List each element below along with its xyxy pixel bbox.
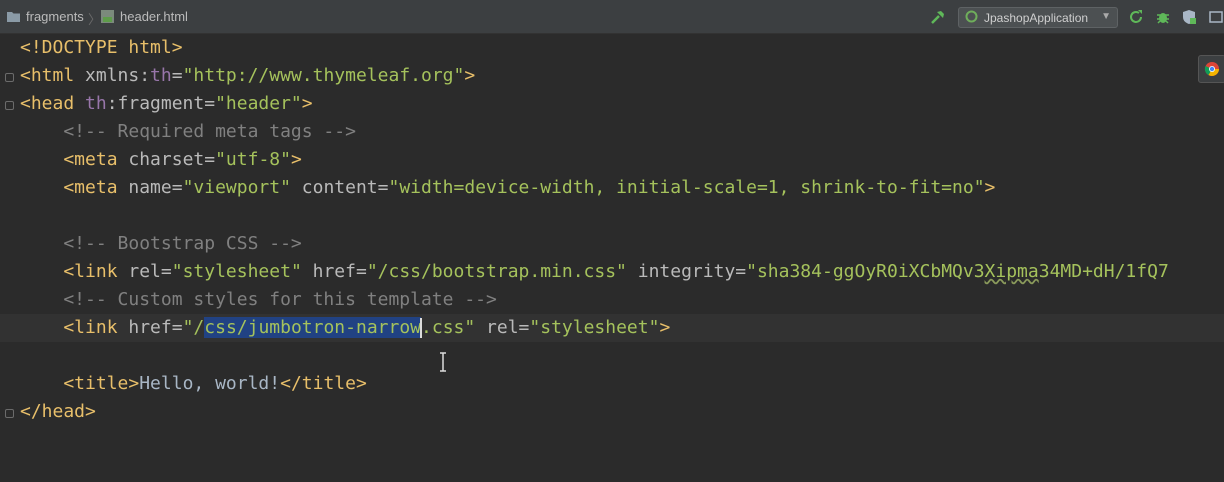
code-line-6: <meta name="viewport" content="width=dev… [0, 174, 1224, 202]
code-line-14: </head> [0, 398, 1224, 426]
code-line-13: <title>Hello, world!</title> [0, 370, 1224, 398]
code-line-10: <!-- Custom styles for this template --> [0, 286, 1224, 314]
open-in-browser-button[interactable] [1198, 55, 1224, 83]
attr-value: "header" [215, 93, 302, 114]
comment: <!-- Bootstrap CSS --> [20, 233, 302, 254]
tag: <link [20, 261, 118, 282]
tag: <html [20, 65, 75, 86]
html-file-icon [100, 9, 115, 24]
navigation-bar: fragments 〉 header.html JpashopApplicati… [0, 0, 1224, 34]
stop-shield-icon[interactable] [1181, 9, 1197, 25]
tag: > [301, 93, 313, 114]
chrome-icon [1204, 61, 1220, 81]
attr-value: "/css/bootstrap.min.css" [366, 261, 627, 282]
namespace: th [74, 93, 107, 114]
ibeam-cursor-icon [438, 352, 448, 372]
debug-bug-icon[interactable] [1155, 9, 1171, 25]
attr: charset= [117, 149, 216, 170]
code-line-8: <!-- Bootstrap CSS --> [0, 230, 1224, 258]
code-line-5: <meta charset="utf-8"> [0, 146, 1224, 174]
comment: <!-- Custom styles for this template --> [20, 289, 497, 310]
text-selection: css/jumbotron-narrow [204, 317, 422, 338]
tag: <meta [20, 177, 118, 198]
code-line-9: <link rel="stylesheet" href="/css/bootst… [0, 258, 1224, 286]
breadcrumb-item-header-html[interactable]: header.html [100, 9, 188, 24]
breadcrumb-label: header.html [120, 9, 188, 24]
attr: href= [117, 317, 183, 338]
comment: <!-- Required meta tags --> [20, 121, 356, 142]
breadcrumb-label: fragments [26, 9, 84, 24]
code-line-11: <link href="/css/jumbotron-narrow.css" r… [0, 314, 1224, 342]
attr-value: "width=device-width, initial-scale=1, sh… [388, 177, 985, 198]
attr: name= [117, 177, 183, 198]
attr-value: .css" [421, 317, 476, 338]
tag: <head [20, 93, 75, 114]
code-line-2: <html xmlns:th="http://www.thymeleaf.org… [0, 62, 1224, 90]
code-editor[interactable]: <!DOCTYPE html> <html xmlns:th="http://w… [0, 34, 1224, 440]
attr-value: "stylesheet" [171, 261, 302, 282]
tag: > [659, 317, 671, 338]
attr: content= [290, 177, 389, 198]
more-toolbar-icon[interactable] [1208, 9, 1224, 25]
attr-value: 34MD+dH/1fQ7 [1038, 261, 1169, 282]
run-configuration-select[interactable]: JpashopApplication ▼ [958, 7, 1118, 28]
tag: <link [20, 317, 118, 338]
attr-value: "/ [182, 317, 205, 338]
tag: </head> [20, 401, 96, 422]
attr-value: "stylesheet" [529, 317, 660, 338]
namespace: th [150, 65, 172, 86]
attr-value: "viewport" [182, 177, 291, 198]
tag: > [984, 177, 996, 198]
attr: rel= [117, 261, 172, 282]
attr-value: "sha384-ggOyR0iXCbMQv3 [746, 261, 985, 282]
tag: <title> [20, 373, 140, 394]
spring-app-icon [965, 10, 978, 26]
attr-value: "utf-8" [215, 149, 291, 170]
tag: > [290, 149, 302, 170]
build-hammer-icon[interactable] [930, 9, 946, 25]
attr: xmlns: [74, 65, 151, 86]
chevron-down-icon: ▼ [1101, 11, 1111, 22]
code-line-4: <!-- Required meta tags --> [0, 118, 1224, 146]
attr: href= [301, 261, 367, 282]
attr: rel= [475, 317, 530, 338]
tag: > [464, 65, 476, 86]
attr-value: "http://www.thymeleaf.org" [182, 65, 465, 86]
attr: integrity= [626, 261, 747, 282]
code-line-3: <head th:fragment="header"> [0, 90, 1224, 118]
attr: = [171, 65, 183, 86]
code-line-1: <!DOCTYPE html> [0, 34, 1224, 62]
text-content: Hello, world! [139, 373, 281, 394]
breadcrumb-item-fragments[interactable]: fragments [6, 9, 84, 24]
attr: :fragment= [106, 93, 216, 114]
run-config-label: JpashopApplication [984, 10, 1089, 25]
doctype: <!DOCTYPE html> [20, 37, 183, 58]
spell-warning: Xipma [984, 261, 1039, 282]
rerun-icon[interactable] [1128, 9, 1144, 25]
tag: <meta [20, 149, 118, 170]
folder-icon [6, 10, 21, 23]
tag: </title> [280, 373, 367, 394]
